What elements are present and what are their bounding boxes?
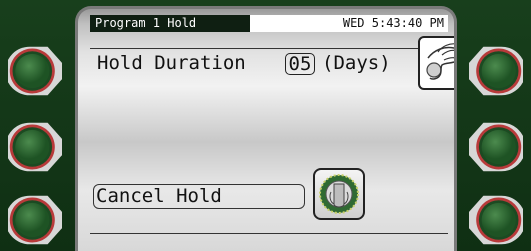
clock-display: WED 5:43:40 PM [342, 16, 444, 30]
hand-turning-knob-icon[interactable] [418, 36, 454, 90]
rotary-knob-icon[interactable] [313, 168, 365, 220]
left-softkey-3[interactable] [8, 193, 62, 247]
right-softkey-2[interactable] [469, 120, 523, 174]
display-screen: Program 1 Hold WED 5:43:40 PM Hold Durat… [75, 6, 457, 251]
right-softkey-1[interactable] [469, 44, 523, 98]
hold-duration-row[interactable]: Hold Duration 05 (Days) [90, 48, 418, 80]
bottom-divider [90, 233, 448, 234]
screen-title: Program 1 Hold [90, 15, 250, 32]
left-softkey-1[interactable] [8, 44, 62, 98]
status-bar: Program 1 Hold WED 5:43:40 PM [90, 15, 448, 32]
hold-duration-value[interactable]: 05 [285, 53, 315, 75]
left-softkey-2[interactable] [8, 120, 62, 174]
hold-duration-unit: (Days) [322, 52, 391, 74]
right-softkey-3[interactable] [469, 193, 523, 247]
hold-duration-label: Hold Duration [97, 52, 246, 74]
cancel-hold-button[interactable]: Cancel Hold [93, 184, 305, 209]
